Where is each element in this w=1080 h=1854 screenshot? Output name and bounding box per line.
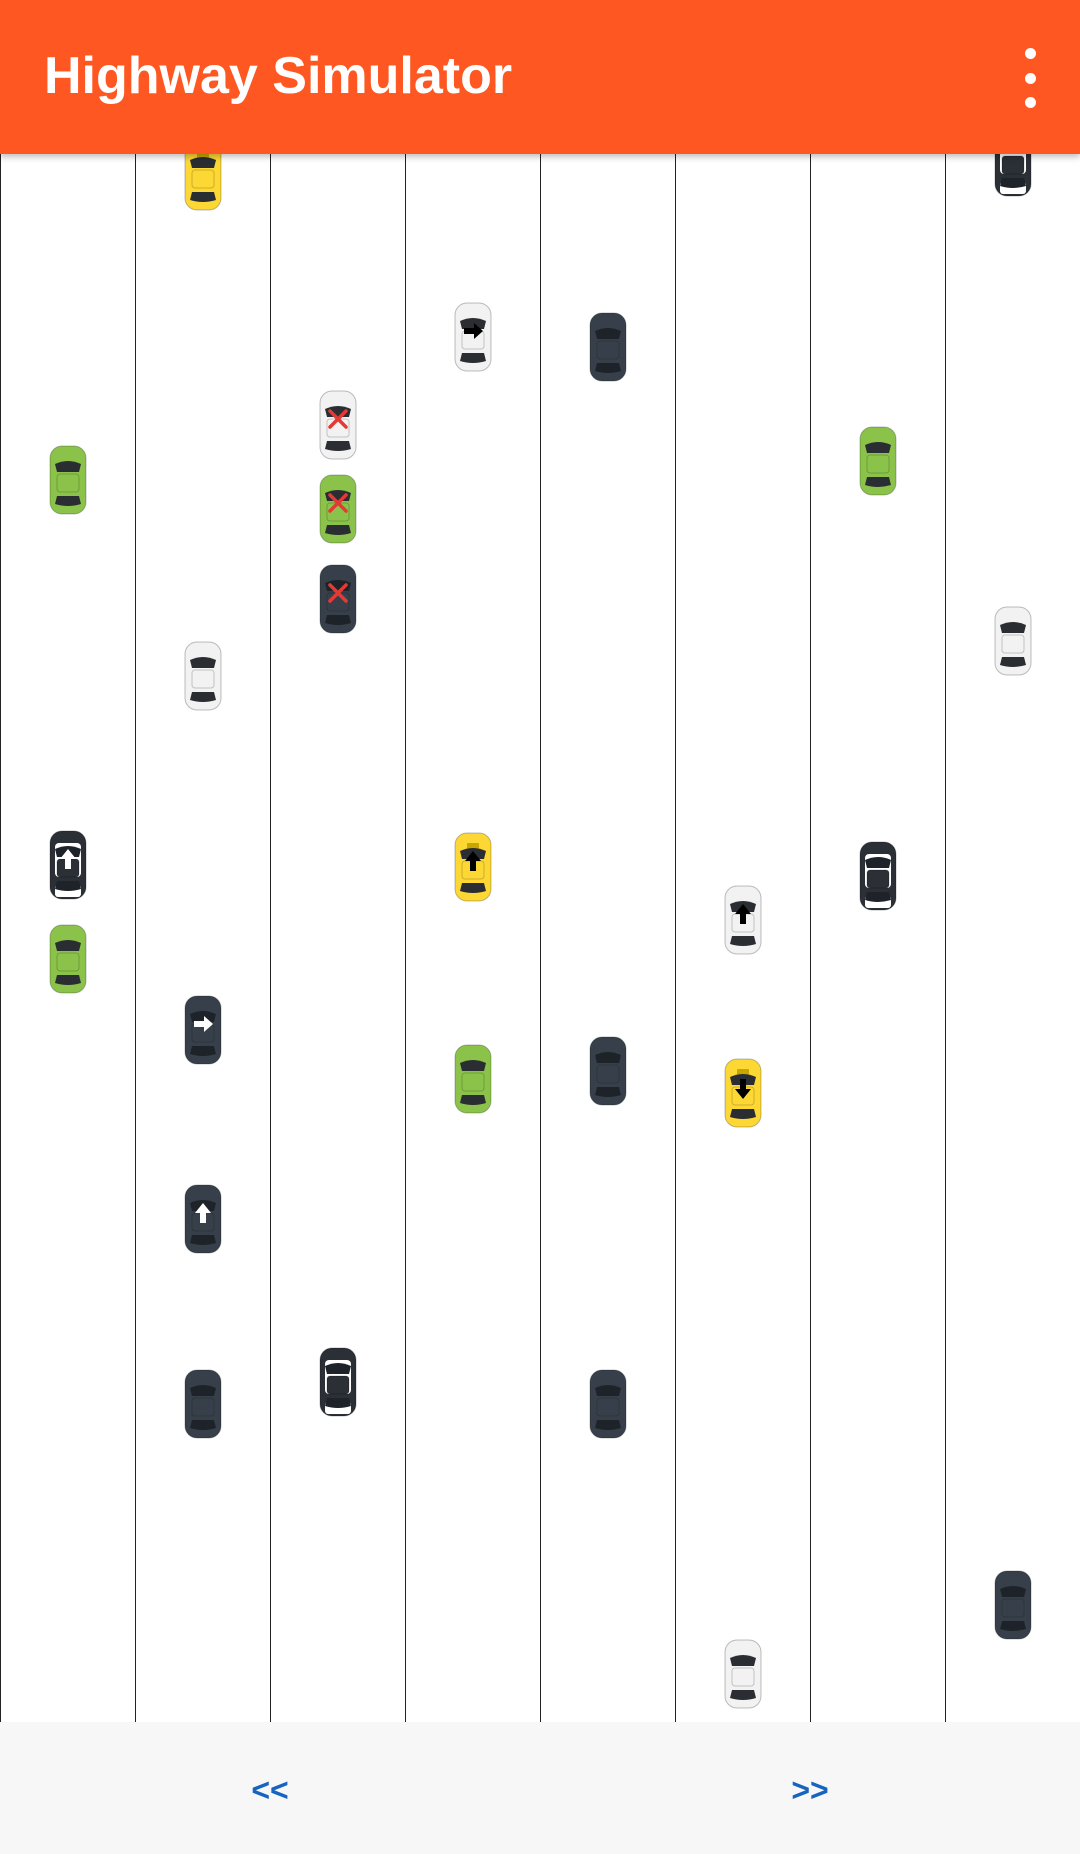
car-green-icon [48, 444, 88, 516]
car-white-icon [183, 640, 223, 712]
highway-road [0, 154, 1080, 1722]
car-dark-icon [183, 1368, 223, 1440]
car-yellow-icon [453, 831, 493, 903]
car-yellow-icon [183, 154, 223, 212]
car-white-icon [993, 605, 1033, 677]
car-dark-icon [183, 1183, 223, 1255]
car-police-icon [48, 829, 88, 901]
car-yellow-icon [723, 1057, 763, 1129]
more-vert-icon[interactable] [1010, 48, 1050, 108]
car-green-icon [48, 923, 88, 995]
car-white-icon [723, 1638, 763, 1710]
previous-button[interactable]: << [200, 1760, 340, 1820]
car-green-icon [453, 1043, 493, 1115]
car-dark-icon [588, 1368, 628, 1440]
lane-divider [405, 154, 406, 1722]
car-white-icon [318, 389, 358, 461]
bottom-nav-bar: << >> [0, 1722, 1080, 1854]
car-dark-icon [318, 563, 358, 635]
car-police-icon [318, 1346, 358, 1418]
next-button[interactable]: >> [740, 1760, 880, 1820]
car-white-icon [453, 301, 493, 373]
car-white-icon [723, 884, 763, 956]
lane-divider [0, 154, 1, 1722]
car-police-icon [858, 840, 898, 912]
car-green-icon [318, 473, 358, 545]
car-police-icon [993, 154, 1033, 198]
car-dark-icon [993, 1569, 1033, 1641]
app-title: Highway Simulator [44, 47, 513, 105]
lane-divider [810, 154, 811, 1722]
car-dark-icon [588, 311, 628, 383]
lane-divider [270, 154, 271, 1722]
car-green-icon [858, 425, 898, 497]
lane-divider [540, 154, 541, 1722]
lane-divider [945, 154, 946, 1722]
car-dark-icon [588, 1035, 628, 1107]
app-bar: Highway Simulator [0, 0, 1080, 154]
car-dark-icon [183, 994, 223, 1066]
lane-divider [675, 154, 676, 1722]
lane-divider [135, 154, 136, 1722]
